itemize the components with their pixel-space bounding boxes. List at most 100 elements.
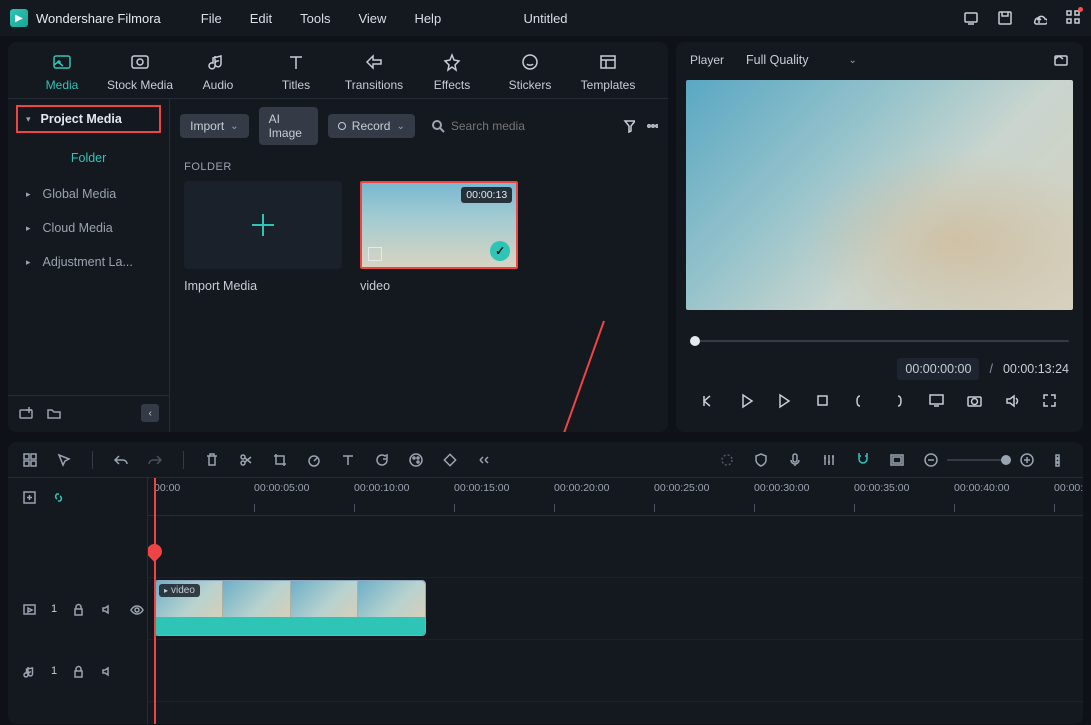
volume-icon[interactable] (1004, 392, 1021, 409)
menu-help[interactable]: Help (414, 11, 441, 26)
text-icon[interactable] (340, 452, 356, 468)
audio-lane[interactable] (148, 640, 1083, 702)
menu-edit[interactable]: Edit (250, 11, 272, 26)
collapse-sidebar-button[interactable]: ‹ (141, 404, 159, 422)
search-media-input[interactable] (425, 115, 612, 137)
tab-titles[interactable]: Titles (260, 52, 332, 92)
link-tracks-icon[interactable] (51, 490, 66, 505)
color-icon[interactable] (408, 452, 424, 468)
zoom-control[interactable] (923, 452, 1035, 468)
ruler-tick: 00:00:45:00 (1054, 482, 1083, 494)
cloud-upload-icon[interactable] (1031, 10, 1047, 26)
ruler-tick: 00:00:15:00 (454, 482, 509, 494)
import-dropdown[interactable]: Import (180, 114, 248, 138)
annotation-arrow (464, 311, 654, 432)
time-separator: / (989, 362, 992, 376)
quality-dropdown[interactable]: Full Quality (746, 53, 857, 67)
time-ruler[interactable]: 00:0000:00:05:0000:00:10:0000:00:15:0000… (148, 478, 1083, 516)
tab-stock-media[interactable]: Stock Media (104, 52, 176, 92)
ai-image-button[interactable]: AI Image (259, 107, 318, 145)
lock-icon[interactable] (71, 602, 86, 617)
mark-out-icon[interactable] (890, 392, 907, 409)
tab-effects[interactable]: Effects (416, 52, 488, 92)
mixer-icon[interactable] (821, 452, 837, 468)
mute-icon[interactable] (100, 602, 115, 617)
lock-icon[interactable] (71, 664, 86, 679)
track-area[interactable]: 00:0000:00:05:0000:00:10:0000:00:15:0000… (148, 478, 1083, 724)
speed-icon[interactable] (306, 452, 322, 468)
sidebar-item-cloud-media[interactable]: Cloud Media (8, 211, 169, 245)
keyframe-icon[interactable] (442, 452, 458, 468)
more-tools-icon[interactable] (476, 452, 492, 468)
marker-shield-icon[interactable] (753, 452, 769, 468)
tab-media[interactable]: Media (26, 52, 98, 92)
magnet-icon[interactable] (855, 450, 871, 466)
sidebar-project-media[interactable]: Project Media (16, 105, 161, 133)
tab-templates[interactable]: Templates (572, 52, 644, 92)
auto-icon[interactable] (719, 452, 735, 468)
save-icon[interactable] (997, 10, 1013, 26)
folder-icon[interactable] (46, 405, 62, 421)
mark-in-icon[interactable] (852, 392, 869, 409)
menu-view[interactable]: View (358, 11, 386, 26)
zoom-in-icon[interactable] (1019, 452, 1035, 468)
tab-stickers[interactable]: Stickers (494, 52, 566, 92)
menu-tools[interactable]: Tools (300, 11, 330, 26)
add-track-icon[interactable] (22, 490, 37, 505)
track-headers: 1 1 (8, 478, 148, 724)
safe-zone-icon[interactable] (889, 452, 905, 468)
layout-icon[interactable] (22, 452, 38, 468)
menu-file[interactable]: File (201, 11, 222, 26)
sidebar-item-global-media[interactable]: Global Media (8, 177, 169, 211)
playhead[interactable] (154, 478, 156, 724)
mic-icon[interactable] (787, 452, 803, 468)
quality-label: Full Quality (746, 53, 809, 67)
video-track-num: 1 (51, 603, 57, 615)
play-all-icon[interactable] (776, 392, 793, 409)
preview-scrubber[interactable] (690, 336, 1069, 346)
select-tool-icon[interactable] (56, 452, 72, 468)
delete-icon[interactable] (204, 452, 220, 468)
display-icon[interactable] (928, 392, 945, 409)
camera-icon[interactable] (966, 392, 983, 409)
track-options-icon[interactable] (1053, 452, 1069, 468)
audio-track-header[interactable]: 1 (8, 640, 147, 702)
device-icon[interactable] (963, 10, 979, 26)
redo-icon[interactable] (147, 452, 163, 468)
split-icon[interactable] (238, 452, 254, 468)
ruler-tick: 00:00:40:00 (954, 482, 1009, 494)
new-folder-icon[interactable] (18, 405, 34, 421)
tab-audio[interactable]: Audio (182, 52, 254, 92)
video-clip-card[interactable]: 00:00:13 ✓ video (360, 181, 518, 293)
tab-transitions[interactable]: Transitions (338, 52, 410, 92)
undo-icon[interactable] (113, 452, 129, 468)
search-field[interactable] (451, 119, 606, 133)
media-type-icon (368, 247, 382, 261)
visibility-icon[interactable] (129, 602, 144, 617)
sidebar-item-adjustment-layers[interactable]: Adjustment La... (8, 245, 169, 279)
plus-icon (249, 211, 277, 239)
filter-icon[interactable] (622, 118, 635, 134)
apps-grid-icon[interactable] (1065, 9, 1081, 28)
mute-icon[interactable] (100, 664, 115, 679)
zoom-out-icon[interactable] (923, 452, 939, 468)
video-track-header[interactable]: 1 (8, 578, 147, 640)
import-media-card[interactable]: Import Media (184, 181, 342, 293)
snapshot-icon[interactable] (1053, 52, 1069, 68)
import-media-label: Import Media (184, 279, 342, 293)
record-dropdown[interactable]: Record (328, 114, 415, 138)
empty-lane[interactable] (148, 516, 1083, 578)
video-clip-label: video (360, 279, 518, 293)
rotate-icon[interactable] (374, 452, 390, 468)
stop-icon[interactable] (814, 392, 831, 409)
scrub-knob[interactable] (690, 336, 700, 346)
clip-duration-badge: 00:00:13 (461, 187, 512, 203)
video-lane[interactable]: video (148, 578, 1083, 640)
video-clip[interactable]: video (154, 580, 426, 636)
play-icon[interactable] (738, 392, 755, 409)
more-icon[interactable] (645, 118, 658, 134)
prev-frame-icon[interactable] (700, 392, 717, 409)
fullscreen-icon[interactable] (1041, 392, 1058, 409)
preview-viewport[interactable] (686, 80, 1073, 310)
crop-icon[interactable] (272, 452, 288, 468)
